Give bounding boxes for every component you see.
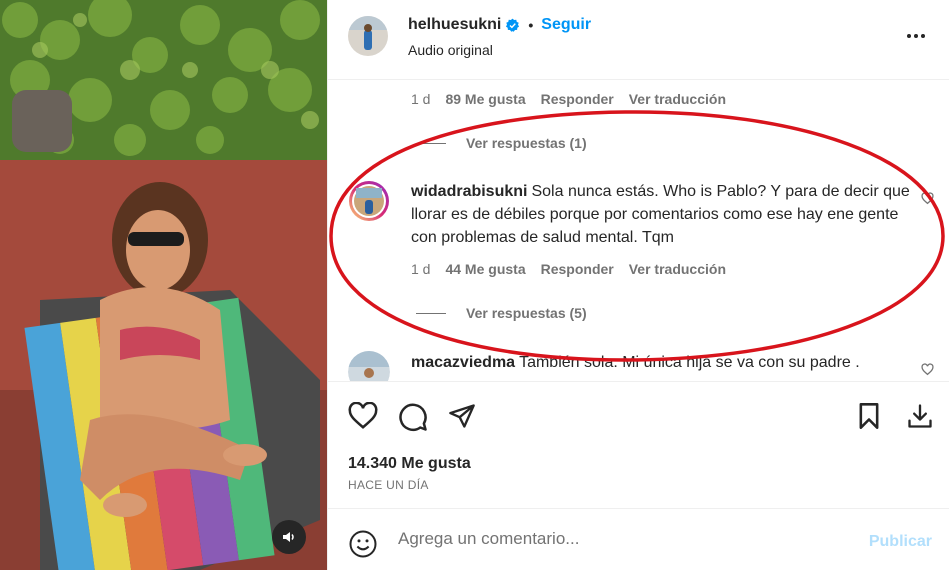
comment-icon[interactable]: [398, 402, 428, 437]
author-username[interactable]: helhuesukni: [408, 16, 501, 34]
comment-input[interactable]: [398, 529, 838, 549]
post-header: helhuesukni • Seguir Audio original: [328, 0, 949, 80]
verified-badge-icon: [505, 18, 520, 33]
comment-item: widadrabisukni Sola nunca estás. Who is P…: [348, 180, 938, 300]
view-replies-label: Ver respuestas (5): [466, 305, 587, 321]
comment-body: macazviedma También sola. Mi única hija s…: [411, 351, 911, 374]
like-comment-heart-icon[interactable]: [921, 192, 934, 210]
separator-dot: •: [528, 17, 534, 33]
post-actions-bar: [328, 381, 949, 441]
comment-text: También sola. Mi única hija se va con su…: [519, 354, 860, 371]
view-replies-button[interactable]: Ver respuestas (5): [416, 305, 587, 321]
post-likes-count[interactable]: 14.340 Me gusta: [348, 455, 471, 473]
view-replies-button[interactable]: Ver respuestas (1): [416, 135, 587, 151]
comment-body: widadrabisukni Sola nunca estás. Who is P…: [411, 180, 911, 249]
translate-button[interactable]: Ver traducción: [629, 261, 726, 277]
post-details-panel: helhuesukni • Seguir Audio original 1 d …: [327, 0, 949, 570]
comment-time: 1 d: [411, 91, 431, 107]
follow-button[interactable]: Seguir: [541, 16, 591, 34]
like-comment-heart-icon[interactable]: [921, 363, 934, 381]
comment-meta: 1 d 89 Me gusta Responder Ver traducción: [411, 91, 726, 107]
speaker-icon: [283, 532, 294, 542]
sound-toggle-button[interactable]: [272, 520, 306, 554]
download-icon[interactable]: [906, 402, 934, 435]
reply-button[interactable]: Responder: [541, 91, 614, 107]
comment-time: 1 d: [411, 261, 431, 277]
commenter-avatar[interactable]: [348, 180, 390, 222]
reply-button[interactable]: Responder: [541, 261, 614, 277]
share-icon[interactable]: [448, 402, 476, 435]
translate-button[interactable]: Ver traducción: [629, 91, 726, 107]
replies-divider: [416, 312, 446, 314]
comment-likes-link[interactable]: 44 Me gusta: [445, 261, 525, 277]
post-timestamp: HACE UN DÍA: [348, 478, 429, 492]
post-image: [0, 0, 327, 570]
view-replies-label: Ver respuestas (1): [466, 135, 587, 151]
bookmark-icon[interactable]: [856, 402, 882, 435]
author-avatar[interactable]: [348, 16, 388, 56]
post-media[interactable]: [0, 0, 327, 570]
comments-list[interactable]: 1 d 89 Me gusta Responder Ver traducción…: [328, 81, 949, 381]
more-options-icon[interactable]: [902, 26, 930, 46]
heart-icon[interactable]: [348, 401, 378, 435]
audio-label[interactable]: Audio original: [408, 42, 493, 58]
replies-divider: [416, 142, 446, 144]
comment-item: macazviedma También sola. Mi única hija s…: [348, 351, 938, 381]
comment-likes-link[interactable]: 89 Me gusta: [445, 91, 525, 107]
commenter-username[interactable]: macazviedma: [411, 354, 515, 371]
emoji-icon[interactable]: [348, 529, 378, 564]
publish-button[interactable]: Publicar: [869, 533, 932, 551]
commenter-username[interactable]: widadrabisukni: [411, 183, 527, 200]
commenter-avatar[interactable]: [348, 351, 390, 381]
comment-composer: Publicar: [328, 508, 949, 570]
comment-meta: 1 d 44 Me gusta Responder Ver traducción: [411, 261, 726, 277]
